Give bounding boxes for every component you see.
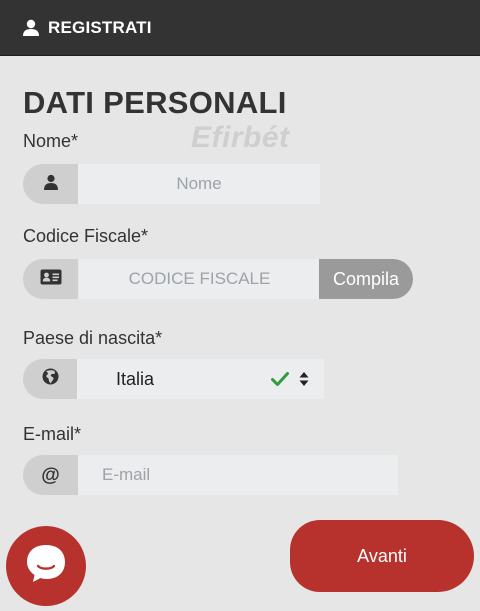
watermark-logo: Efirbét bbox=[191, 121, 290, 154]
email-field: @ bbox=[23, 455, 398, 495]
checkmark-icon bbox=[270, 369, 290, 389]
chat-button[interactable] bbox=[6, 526, 86, 606]
codice-fiscale-input[interactable] bbox=[79, 259, 320, 299]
compila-button[interactable]: Compila bbox=[319, 259, 413, 299]
avanti-button[interactable]: Avanti bbox=[290, 520, 474, 592]
codice-fiscale-field bbox=[23, 259, 320, 299]
user-icon bbox=[43, 174, 59, 195]
paese-nascita-value: Italia bbox=[116, 368, 155, 389]
user-icon bbox=[22, 19, 40, 37]
nome-input[interactable] bbox=[78, 164, 320, 204]
globe-icon bbox=[42, 368, 59, 390]
paese-nascita-label: Paese di nascita* bbox=[23, 328, 163, 348]
header-bar: REGISTRATI bbox=[0, 0, 480, 56]
nome-field bbox=[23, 164, 320, 204]
select-arrows-icon bbox=[299, 372, 309, 386]
header-title: REGISTRATI bbox=[48, 17, 152, 37]
chat-bubble-icon bbox=[24, 542, 68, 591]
paese-nascita-field bbox=[23, 359, 78, 399]
email-input[interactable] bbox=[78, 455, 398, 495]
nome-addon bbox=[23, 164, 78, 204]
codice-fiscale-label: Codice Fiscale* bbox=[23, 226, 149, 246]
page-title: DATI PERSONALI bbox=[23, 85, 287, 120]
codice-fiscale-addon bbox=[23, 259, 78, 299]
at-icon: @ bbox=[41, 464, 60, 486]
nome-label: Nome* bbox=[23, 131, 79, 151]
id-card-icon bbox=[40, 269, 62, 290]
email-label: E-mail* bbox=[23, 424, 82, 444]
email-addon: @ bbox=[23, 455, 78, 495]
paese-nascita-addon bbox=[23, 359, 78, 399]
paese-nascita-select[interactable]: Italia bbox=[77, 359, 324, 399]
